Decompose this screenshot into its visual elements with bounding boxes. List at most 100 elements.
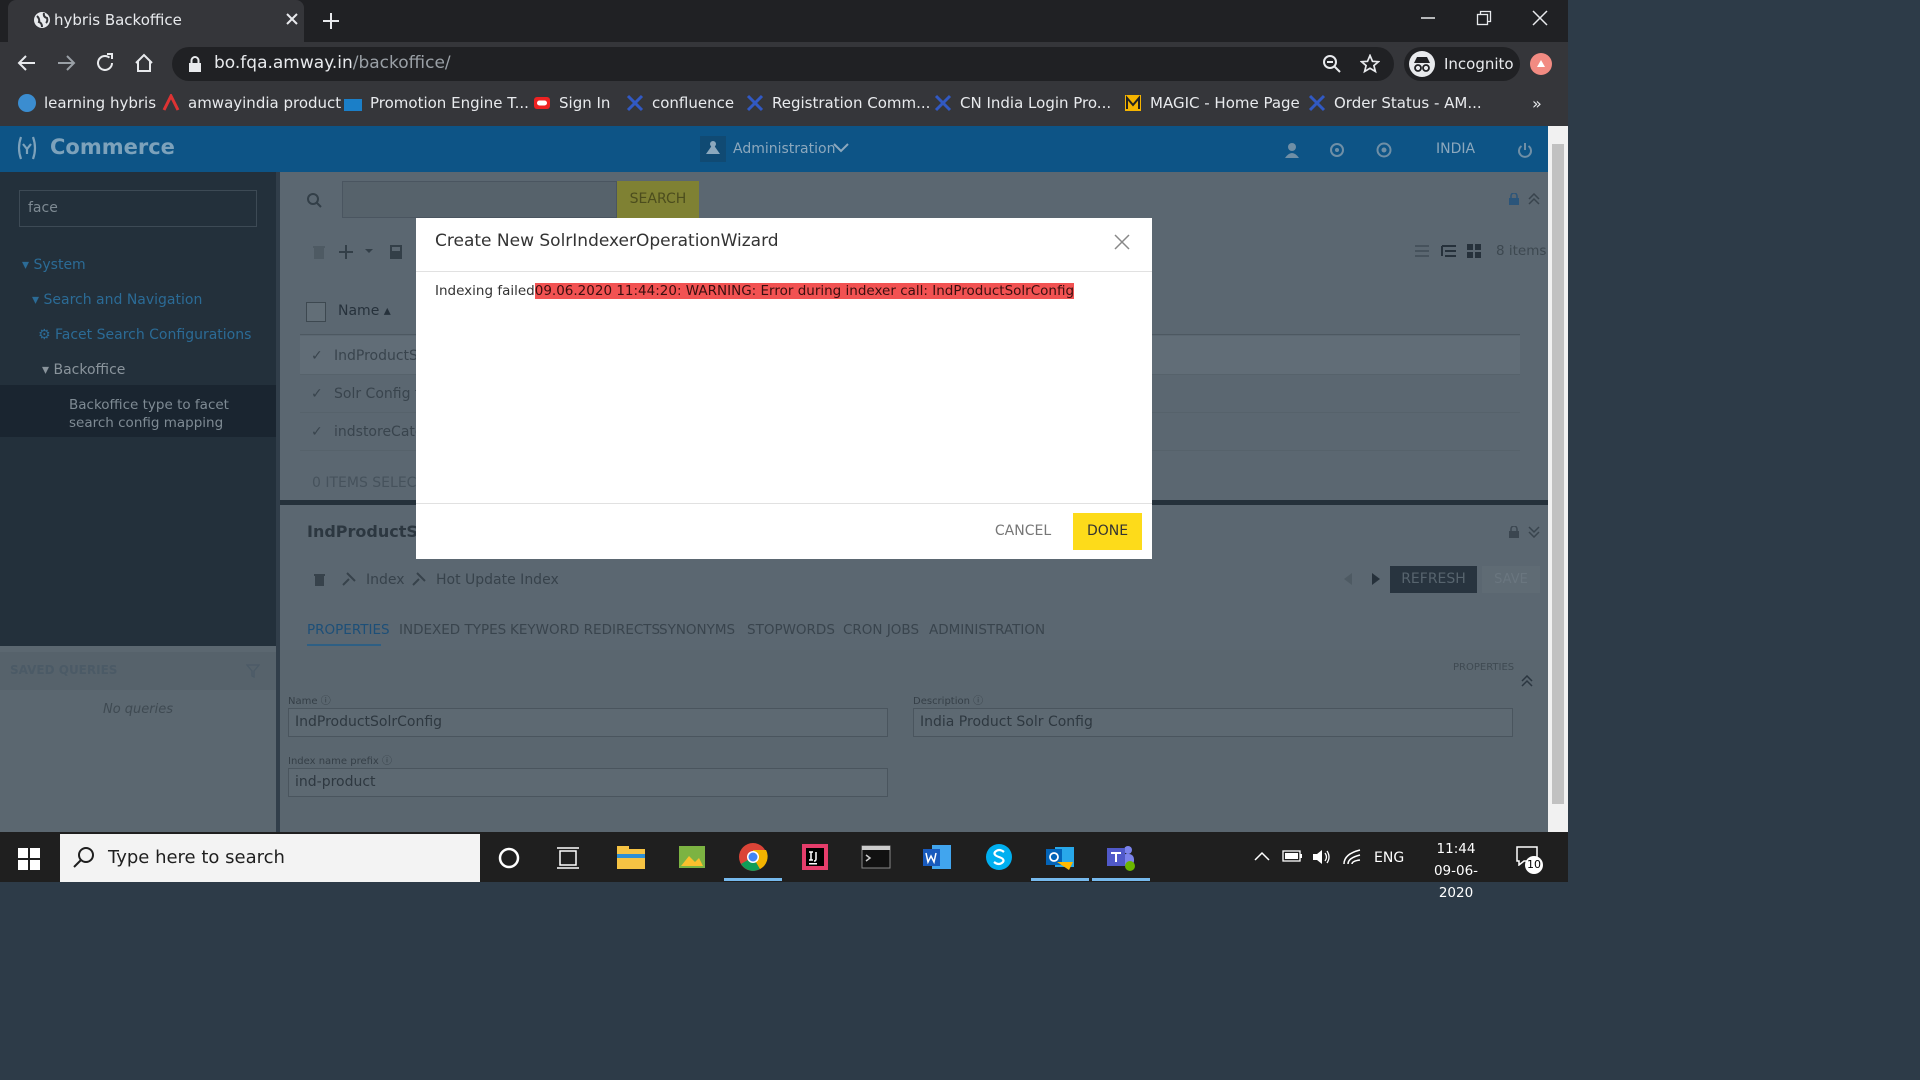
search-button[interactable]: SEARCH: [617, 181, 699, 218]
chrome-icon[interactable]: [738, 842, 768, 872]
row-check-icon[interactable]: ✓: [311, 424, 323, 440]
forward-icon[interactable]: [55, 52, 77, 74]
tree-node-type-mapping[interactable]: Backoffice type to facet search config m…: [69, 396, 269, 432]
perspective-chooser[interactable]: Administration: [700, 136, 860, 162]
bookmarks-overflow[interactable]: »: [1532, 94, 1542, 113]
bookmark-item[interactable]: Promotion Engine T...: [344, 94, 529, 112]
index-icon[interactable]: [341, 571, 357, 587]
name-field[interactable]: IndProductSolrConfig: [288, 708, 888, 737]
description-field[interactable]: India Product Solr Config: [913, 708, 1513, 737]
close-window-icon[interactable]: [1532, 10, 1548, 26]
hot-update-action[interactable]: Hot Update Index: [436, 572, 559, 588]
tab-properties[interactable]: PROPERTIES: [307, 622, 390, 638]
incognito-badge[interactable]: Incognito: [1404, 47, 1520, 81]
grid-view-icon[interactable]: [1467, 244, 1481, 258]
add-icon[interactable]: [338, 244, 354, 260]
tab-stopwords[interactable]: STOPWORDS: [747, 622, 835, 638]
hot-update-icon[interactable]: [411, 571, 427, 587]
close-icon[interactable]: [1113, 233, 1131, 251]
profile-avatar[interactable]: [1530, 53, 1552, 75]
done-button[interactable]: DONE: [1073, 513, 1142, 550]
help-icon[interactable]: [1376, 142, 1392, 158]
chevron-down-icon[interactable]: [364, 246, 374, 256]
skype-icon[interactable]: [984, 842, 1014, 872]
back-icon[interactable]: [16, 52, 38, 74]
next-icon[interactable]: [1371, 573, 1381, 585]
home-icon[interactable]: [133, 52, 155, 74]
bookmark-item[interactable]: Sign In: [533, 94, 610, 112]
tab-synonyms[interactable]: SYNONYMS: [659, 622, 735, 638]
previous-icon[interactable]: [1343, 573, 1353, 585]
page-scrollbar[interactable]: [1548, 126, 1568, 832]
list-view-icon[interactable]: [1414, 244, 1430, 258]
outlook-icon[interactable]: [1045, 842, 1075, 872]
bookmark-item[interactable]: MAGIC - Home Page: [1124, 94, 1300, 112]
delete-icon[interactable]: [313, 245, 325, 259]
collapse-up-icon[interactable]: [1528, 193, 1540, 205]
collapse-down-icon[interactable]: [1528, 526, 1540, 538]
bookmark-item[interactable]: CN India Login Pro...: [934, 94, 1111, 112]
sync-icon[interactable]: [1329, 142, 1345, 158]
logout-icon[interactable]: [1517, 142, 1533, 158]
taskbar-search-box[interactable]: Type here to search: [60, 834, 480, 882]
bookmark-item[interactable]: Order Status - AM...: [1308, 94, 1482, 112]
tab-administration[interactable]: ADMINISTRATION: [929, 622, 1045, 638]
cortana-icon[interactable]: [497, 846, 521, 870]
bookmark-item[interactable]: learning hybris: [18, 94, 156, 112]
collapse-up-icon[interactable]: [1521, 675, 1533, 687]
tree-node-facet-configs[interactable]: ⚙ Facet Search Configurations: [38, 327, 251, 343]
reload-icon[interactable]: [94, 52, 116, 74]
save-button[interactable]: SAVE: [1482, 566, 1540, 593]
delete-icon[interactable]: [314, 573, 325, 586]
task-view-icon[interactable]: [556, 846, 580, 870]
index-action[interactable]: Index: [366, 572, 405, 588]
tree-node-system[interactable]: ▾ System: [22, 257, 86, 273]
restore-icon[interactable]: [1476, 10, 1492, 26]
language-indicator[interactable]: ENG: [1374, 850, 1404, 866]
row-name[interactable]: Solr Config fo: [334, 386, 428, 402]
zoom-icon[interactable]: [1322, 54, 1342, 74]
close-tab-icon[interactable]: [284, 11, 300, 27]
refresh-button[interactable]: REFRESH: [1390, 566, 1477, 593]
word-icon[interactable]: [922, 842, 952, 872]
bookmark-item[interactable]: amwayindia product: [162, 94, 341, 112]
filter-icon[interactable]: [246, 664, 260, 678]
tab-indexed-types[interactable]: INDEXED TYPES: [399, 622, 506, 638]
tree-node-backoffice[interactable]: ▾ Backoffice: [42, 362, 125, 378]
tab-cron-jobs[interactable]: CRON JOBS: [843, 622, 919, 638]
notifications-icon[interactable]: 10: [1516, 846, 1544, 874]
bookmark-item[interactable]: Registration Comm...: [746, 94, 930, 112]
user-icon[interactable]: [1284, 142, 1300, 158]
lock-icon[interactable]: [1509, 193, 1519, 205]
select-all-checkbox[interactable]: [306, 302, 326, 322]
teams-icon[interactable]: [1106, 842, 1136, 872]
bookmark-item[interactable]: confluence: [626, 94, 734, 112]
tree-filter-input[interactable]: face: [19, 190, 257, 227]
wifi-icon[interactable]: [1342, 848, 1362, 866]
row-check-icon[interactable]: ✓: [311, 386, 323, 402]
windows-start-icon[interactable]: [18, 848, 40, 870]
index-prefix-field[interactable]: ind-product: [288, 768, 888, 797]
tree-view-icon[interactable]: [1441, 244, 1457, 258]
terminal-icon[interactable]: [861, 842, 891, 872]
minimize-icon[interactable]: [1420, 10, 1436, 26]
address-bar[interactable]: bo.fqa.amway.in/backoffice/: [172, 47, 1394, 81]
bookmark-star-icon[interactable]: [1360, 54, 1380, 74]
country-selector[interactable]: INDIA: [1436, 141, 1475, 157]
browser-tab[interactable]: hybris Backoffice: [8, 0, 304, 42]
new-tab-button[interactable]: [320, 10, 342, 32]
image-editor-icon[interactable]: [677, 842, 707, 872]
advanced-search-icon[interactable]: [305, 191, 323, 209]
show-hidden-icons[interactable]: [1254, 850, 1270, 862]
tab-keyword-redirects[interactable]: KEYWORD REDIRECTS: [510, 622, 660, 638]
taskbar-clock[interactable]: 11:44 09-06-2020: [1424, 838, 1488, 904]
lock-icon[interactable]: [1509, 526, 1519, 538]
intellij-icon[interactable]: [800, 842, 830, 872]
tree-node-search-navigation[interactable]: ▾ Search and Navigation: [32, 292, 202, 308]
cancel-button[interactable]: CANCEL: [985, 514, 1061, 549]
file-explorer-icon[interactable]: [616, 842, 646, 872]
column-header-name[interactable]: Name ▴: [338, 303, 391, 319]
search-input[interactable]: [342, 181, 617, 218]
battery-icon[interactable]: [1282, 849, 1304, 863]
row-check-icon[interactable]: ✓: [311, 348, 323, 364]
